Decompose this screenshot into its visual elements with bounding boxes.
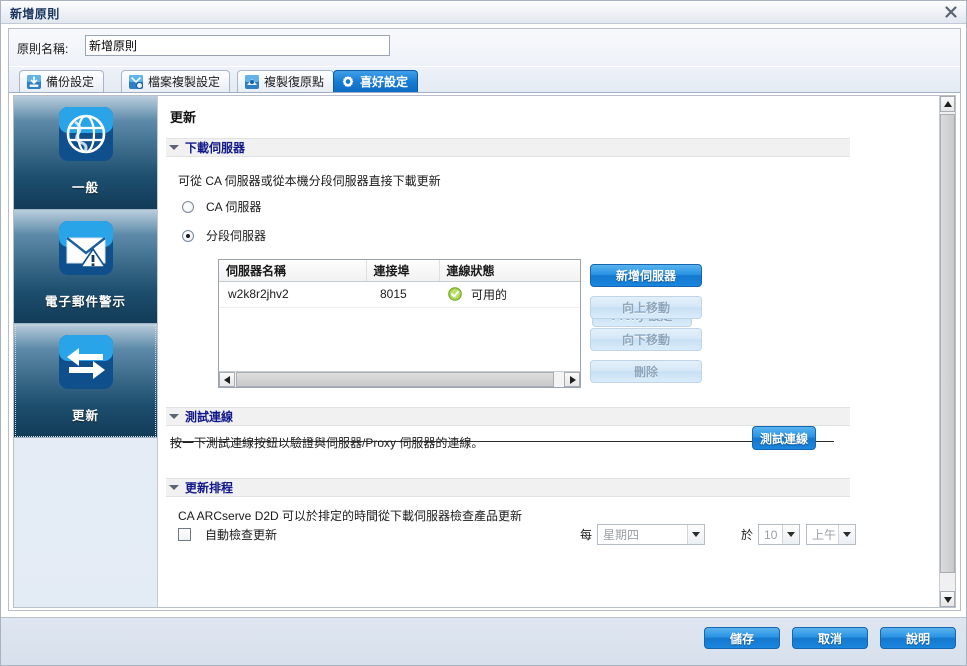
sidebar-item-general[interactable]: 一般	[14, 96, 157, 210]
cell-status: 可用的	[439, 281, 580, 307]
move-down-button[interactable]: 向下移動	[590, 328, 702, 351]
update-arrows-icon	[53, 333, 119, 399]
hour-value: 10	[759, 528, 782, 542]
sidebar-item-label: 電子郵件警示	[45, 291, 126, 310]
content-area: 一般 電子郵件警示	[13, 95, 956, 608]
sidebar-item-label: 一般	[72, 177, 99, 196]
section-header-update-schedule[interactable]: 更新排程	[166, 478, 850, 497]
auto-check-updates-row[interactable]: 自動檢查更新	[178, 526, 277, 543]
column-header-port[interactable]: 連接埠	[366, 260, 439, 281]
tab-label: 備份設定	[46, 73, 94, 90]
update-schedule-description: CA ARCserve D2D 可以於排定的時間從下載伺服器檢查產品更新	[178, 507, 522, 524]
dialog-footer: 儲存 取消 說明	[1, 617, 966, 665]
day-of-week-select[interactable]: 星期四	[597, 524, 705, 545]
copy-recovery-point-icon	[244, 74, 260, 90]
scroll-left-icon[interactable]	[219, 372, 235, 387]
scroll-down-icon[interactable]	[940, 591, 955, 607]
tab-copy-recovery-point[interactable]: 複製復原點	[237, 70, 334, 92]
table-horizontal-scrollbar[interactable]	[219, 371, 580, 387]
cancel-button[interactable]: 取消	[792, 627, 868, 649]
status-ok-icon	[448, 287, 462, 301]
tab-backup-settings[interactable]: 備份設定	[19, 70, 104, 92]
tab-label: 複製復原點	[264, 73, 324, 90]
radio-indicator	[182, 230, 194, 242]
scroll-right-icon[interactable]	[564, 372, 580, 387]
server-action-buttons: 新增伺服器 向上移動 向下移動 刪除	[590, 264, 702, 392]
section-header-test-connection[interactable]: 測試連線	[166, 407, 850, 426]
auto-check-updates-label: 自動檢查更新	[205, 526, 277, 543]
radio-label: 分段伺服器	[206, 227, 266, 244]
section-label: 下載伺服器	[185, 139, 245, 156]
dialog-body: 原則名稱: 備份設定	[8, 28, 961, 611]
email-alert-icon	[53, 219, 119, 285]
tab-label: 喜好設定	[360, 73, 408, 90]
globe-icon	[53, 105, 119, 171]
radio-ca-server[interactable]: CA 伺服器	[182, 198, 261, 215]
cell-port: 8015	[366, 281, 439, 307]
delete-button[interactable]: 刪除	[590, 360, 702, 383]
cell-server-name: w2k8r2jhv2	[219, 281, 366, 307]
backup-settings-icon	[26, 74, 42, 90]
title-bar: 新增原則	[1, 1, 966, 24]
every-label: 每	[580, 526, 592, 543]
sidebar-item-email-alerts[interactable]: 電子郵件警示	[14, 210, 157, 324]
section-label: 測試連線	[185, 408, 233, 425]
add-server-button[interactable]: 新增伺服器	[590, 264, 702, 287]
meridiem-select[interactable]: 上午	[806, 524, 856, 545]
scroll-up-icon[interactable]	[940, 96, 955, 112]
column-header-server-name[interactable]: 伺服器名稱	[219, 260, 366, 281]
sidebar-item-update[interactable]: 更新	[14, 324, 157, 438]
preferences-gear-icon	[340, 74, 356, 90]
window-title: 新增原則	[10, 5, 60, 22]
radio-indicator	[182, 201, 194, 213]
tab-file-copy-settings[interactable]: 檔案複製設定	[121, 70, 230, 92]
chevron-down-icon	[687, 525, 704, 544]
save-button[interactable]: 儲存	[704, 627, 780, 649]
staging-server-table: 伺服器名稱 連接埠 連線狀態 w2k8r2jhv2 8015	[218, 259, 581, 388]
move-up-button[interactable]: 向上移動	[590, 296, 702, 319]
scroll-track[interactable]	[235, 372, 564, 387]
chevron-down-icon	[169, 145, 179, 150]
content-vertical-scrollbar[interactable]	[939, 96, 955, 607]
test-connection-description: 按一下測試連線按鈕以驗證與伺服器/Proxy 伺服器的連線。	[170, 434, 483, 451]
divider	[170, 441, 834, 442]
sidebar: 一般 電子郵件警示	[14, 96, 158, 607]
scroll-thumb[interactable]	[236, 372, 554, 387]
chevron-down-icon	[782, 525, 799, 544]
tab-strip: 備份設定 檔案複製設定	[9, 67, 960, 93]
column-header-status[interactable]: 連線狀態	[439, 260, 580, 281]
section-label: 更新排程	[185, 479, 233, 496]
scroll-thumb[interactable]	[940, 114, 955, 573]
tab-label: 檔案複製設定	[148, 73, 220, 90]
close-icon[interactable]	[944, 5, 958, 19]
chevron-down-icon	[169, 414, 179, 419]
radio-staging-server[interactable]: 分段伺服器	[182, 227, 266, 244]
section-header-download-server[interactable]: 下載伺服器	[166, 138, 850, 157]
sidebar-item-label: 更新	[72, 405, 99, 424]
policy-name-input[interactable]	[85, 35, 390, 56]
hour-select[interactable]: 10	[758, 524, 800, 545]
download-server-description: 可從 CA 伺服器或從本機分段伺服器直接下載更新	[178, 172, 441, 189]
table-row[interactable]: w2k8r2jhv2 8015	[219, 281, 580, 307]
day-selector-group: 每 星期四	[580, 524, 705, 545]
status-text: 可用的	[471, 286, 507, 303]
time-selector-group: 於 10 上午	[741, 524, 856, 545]
add-policy-dialog: 新增原則 原則名稱:	[0, 0, 967, 666]
auto-check-updates-checkbox[interactable]	[178, 528, 191, 541]
policy-name-row: 原則名稱:	[9, 29, 960, 66]
page-title: 更新	[170, 107, 196, 126]
chevron-down-icon	[169, 485, 179, 490]
test-connection-button[interactable]: 測試連線	[752, 426, 816, 450]
at-label: 於	[741, 526, 753, 543]
file-copy-settings-icon	[128, 74, 144, 90]
help-button[interactable]: 說明	[880, 627, 956, 649]
meridiem-value: 上午	[807, 526, 838, 543]
policy-name-label: 原則名稱:	[17, 40, 68, 57]
day-of-week-value: 星期四	[598, 526, 687, 543]
settings-pane: 更新 下載伺服器 可從 CA 伺服器或從本機分段伺服器直接下載更新 CA 伺服器…	[158, 96, 955, 607]
chevron-down-icon	[838, 525, 855, 544]
radio-label: CA 伺服器	[206, 198, 261, 215]
table-header-row: 伺服器名稱 連接埠 連線狀態	[219, 260, 580, 281]
tab-preferences[interactable]: 喜好設定	[333, 70, 418, 92]
